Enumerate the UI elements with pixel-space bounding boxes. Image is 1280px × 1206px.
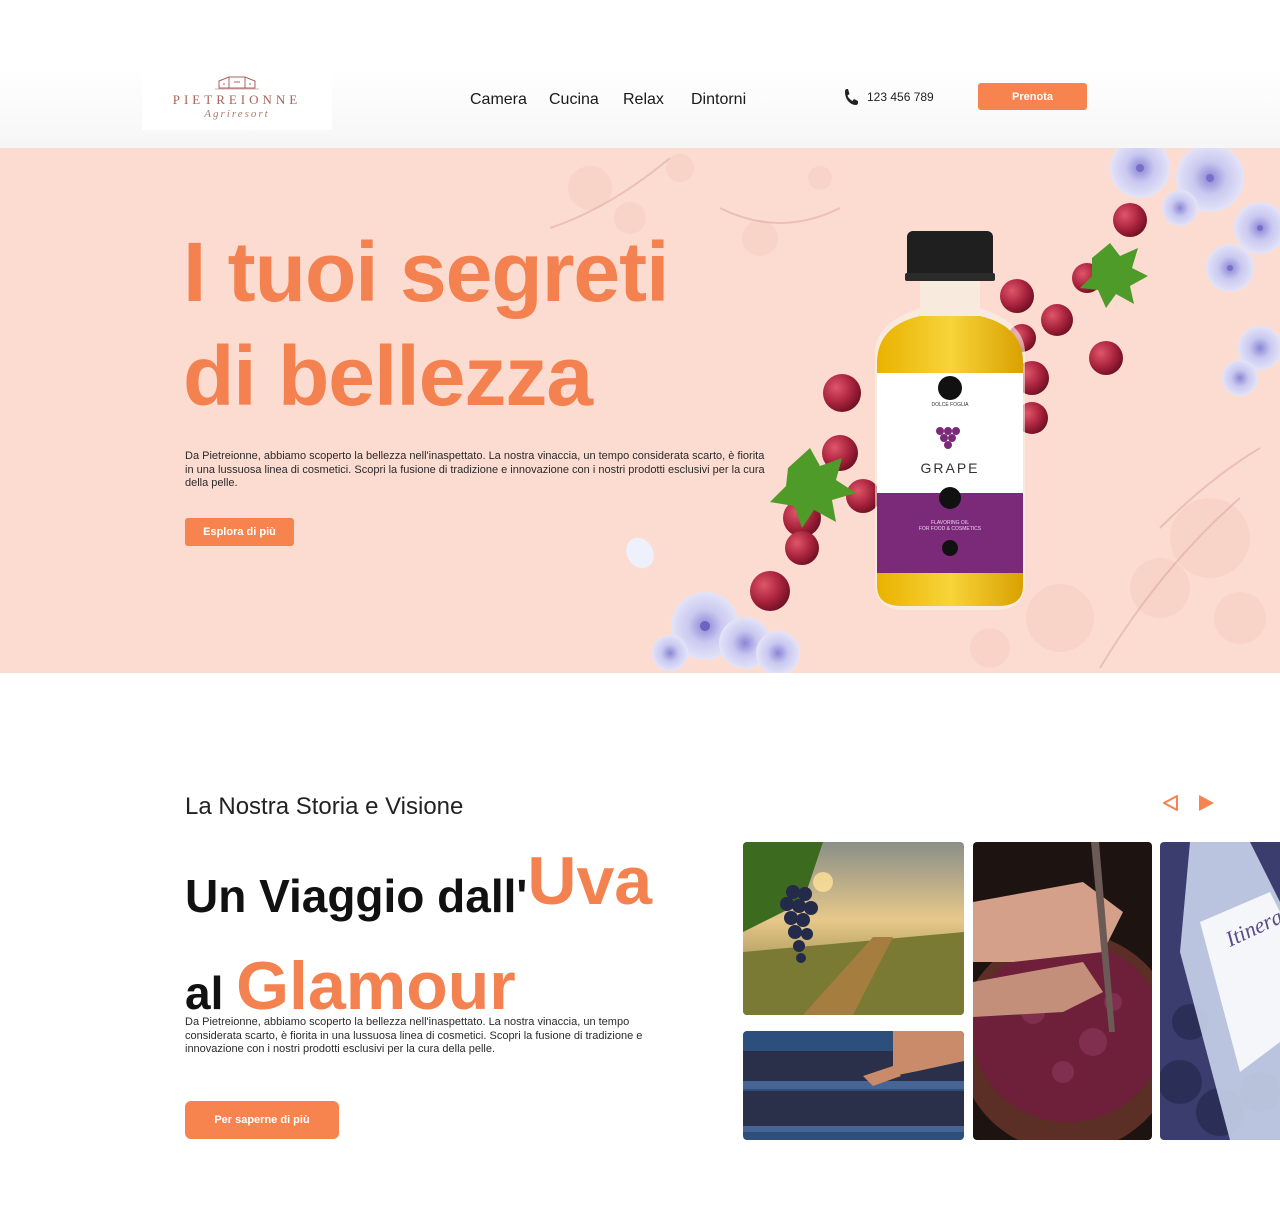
- hero-title: I tuoi segreti di bellezza: [183, 220, 743, 428]
- logo[interactable]: PIETREIONNE Agriresort: [142, 64, 332, 130]
- svg-text:FOR FOOD & COSMETICS: FOR FOOD & COSMETICS: [919, 526, 982, 532]
- gallery-photo-pressing[interactable]: [973, 842, 1152, 1140]
- arrow-left-icon[interactable]: [1161, 793, 1181, 813]
- phone-icon: [845, 89, 858, 105]
- logo-house-icon: [215, 76, 259, 90]
- site-header: PIETREIONNE Agriresort Camera Cucina Rel…: [0, 0, 1280, 148]
- saperne-di-piu-button[interactable]: Per saperne di più: [185, 1101, 339, 1139]
- nav-item-cucina[interactable]: Cucina: [549, 91, 599, 109]
- bottle-image: Itinera: [1160, 842, 1280, 1140]
- phone-number: 123 456 789: [867, 90, 934, 104]
- prenota-button[interactable]: Prenota: [978, 83, 1087, 110]
- story-title-highlight-glamour: Glamour: [236, 948, 516, 1024]
- story-description: Da Pietreionne, abbiamo scoperto la bell…: [185, 1016, 643, 1056]
- logo-name: PIETREIONNE: [172, 92, 302, 107]
- vineyard-image: [743, 842, 964, 1015]
- story-kicker: La Nostra Storia e Visione: [185, 793, 464, 820]
- gallery-photo-vineyard[interactable]: [743, 842, 964, 1015]
- gallery-photo-bottle[interactable]: Itinera: [1160, 842, 1280, 1140]
- nav-item-relax[interactable]: Relax: [623, 91, 664, 109]
- harvest-image: [743, 1031, 964, 1140]
- story-title-highlight-uva: Uva: [527, 843, 653, 919]
- svg-text:DOLCE FOGLIA: DOLCE FOGLIA: [932, 402, 970, 408]
- story-title: Un Viaggio dall'Uva al Glamour: [185, 836, 705, 1038]
- story-title-part-2: al: [185, 967, 237, 1019]
- hero-description: Da Pietreionne, abbiamo scoperto la bell…: [185, 450, 765, 490]
- hero-section: DOLCE FOGLIA GRAPE FLAVORING OIL FOR FOO…: [0, 148, 1280, 673]
- grape-pressing-image: [973, 842, 1152, 1140]
- story-title-part-1: Un Viaggio dall': [185, 870, 528, 922]
- svg-text:GRAPE: GRAPE: [920, 460, 979, 476]
- gallery-photo-harvest[interactable]: [743, 1031, 964, 1140]
- nav-item-dintorni[interactable]: Dintorni: [691, 91, 746, 109]
- arrow-right-icon[interactable]: [1196, 793, 1216, 813]
- esplora-button[interactable]: Esplora di più: [185, 518, 294, 546]
- phone-contact[interactable]: 123 456 789: [844, 88, 934, 106]
- hero-title-line-2: di bellezza: [183, 329, 593, 423]
- logo-subtitle: Agriresort: [204, 108, 270, 120]
- nav-item-camera[interactable]: Camera: [470, 91, 527, 109]
- hero-title-line-1: I tuoi segreti: [183, 225, 669, 319]
